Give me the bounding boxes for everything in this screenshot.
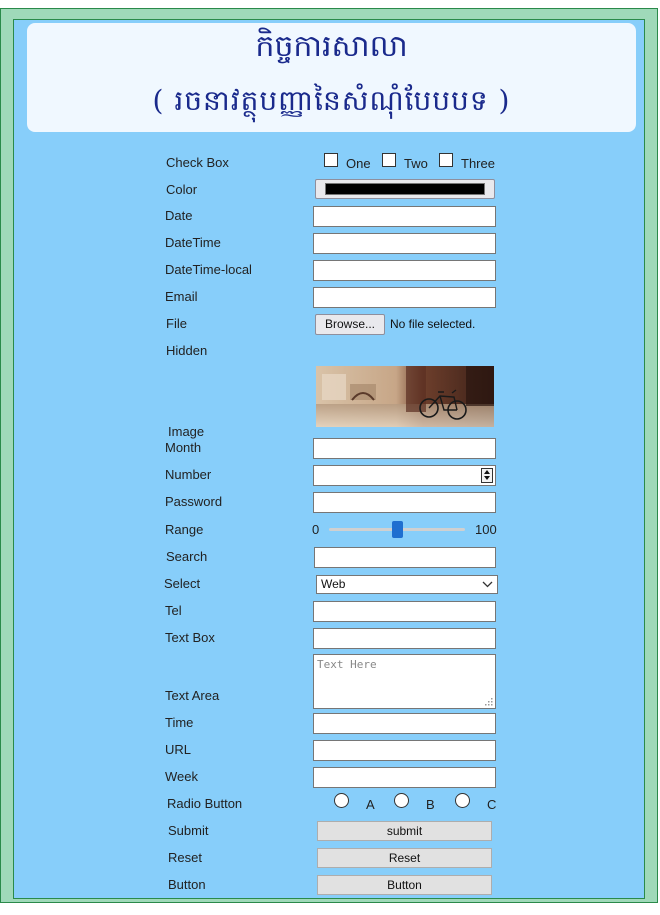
month-input[interactable] <box>313 438 496 459</box>
range-label: Range <box>165 522 204 537</box>
checkbox-two[interactable] <box>382 153 396 167</box>
number-label: Number <box>165 467 212 482</box>
chevron-down-icon <box>482 581 493 588</box>
file-status: No file selected. <box>390 317 476 331</box>
search-label: Search <box>166 549 208 564</box>
resize-grip-icon[interactable] <box>484 697 493 706</box>
checkbox-one-label: One <box>346 156 371 171</box>
page-subtitle: ( រចនាវត្ថុបញ្ញានៃសំណុំបែបបទ ) <box>152 84 511 117</box>
datetime-input[interactable] <box>313 233 496 254</box>
browse-button[interactable]: Browse... <box>315 314 385 335</box>
email-input[interactable] <box>313 287 496 308</box>
checkbox-three-label: Three <box>461 156 495 171</box>
text-area[interactable]: Text Here <box>313 654 496 709</box>
email-label: Email <box>165 289 198 304</box>
time-label: Time <box>165 715 194 730</box>
range-thumb[interactable] <box>391 521 403 538</box>
date-label: Date <box>165 208 193 223</box>
tel-input[interactable] <box>313 601 496 622</box>
text-area-placeholder: Text Here <box>317 658 377 671</box>
reset-label: Reset <box>168 850 202 865</box>
bicycle-image[interactable] <box>316 366 494 427</box>
textarea-label: Text Area <box>165 688 220 703</box>
url-input[interactable] <box>313 740 496 761</box>
submit-button[interactable]: submit <box>317 821 492 841</box>
checkbox-label: Check Box <box>166 155 229 170</box>
week-label: Week <box>165 769 198 784</box>
select-dropdown[interactable]: Web <box>316 575 498 594</box>
checkbox-one[interactable] <box>324 153 338 167</box>
image-label: Image <box>168 424 205 439</box>
number-input[interactable] <box>313 465 496 486</box>
checkbox-two-label: Two <box>404 156 428 171</box>
datetime-local-label: DateTime-local <box>165 262 252 277</box>
search-input[interactable] <box>314 547 496 568</box>
text-box-input[interactable] <box>313 628 496 649</box>
color-picker[interactable] <box>315 179 495 199</box>
range-min: 0 <box>312 522 320 537</box>
datetime-label: DateTime <box>165 235 221 250</box>
submit-label: Submit <box>168 823 209 838</box>
tel-label: Tel <box>165 603 182 618</box>
datetime-local-input[interactable] <box>313 260 496 281</box>
form-panel: កិច្ចការសាលា ( រចនាវត្ថុបញ្ញានៃសំណុំបែបប… <box>13 19 645 899</box>
reset-button[interactable]: Reset <box>317 848 492 868</box>
radio-c[interactable] <box>455 793 470 808</box>
file-label: File <box>166 316 187 331</box>
button-label: Button <box>168 877 206 892</box>
range-max: 100 <box>475 522 497 537</box>
textbox-label: Text Box <box>165 630 215 645</box>
radio-c-label: C <box>487 797 497 812</box>
page-title: កិច្ចការសាលា <box>255 29 408 64</box>
password-label: Password <box>165 494 223 509</box>
url-label: URL <box>165 742 192 757</box>
color-label: Color <box>166 182 198 197</box>
radio-label: Radio Button <box>167 796 243 811</box>
time-input[interactable] <box>313 713 496 734</box>
generic-button[interactable]: Button <box>317 875 492 895</box>
password-input[interactable] <box>313 492 496 513</box>
select-value: Web <box>321 577 346 591</box>
number-spinner[interactable] <box>481 468 493 483</box>
week-input[interactable] <box>313 767 496 788</box>
radio-b-label: B <box>426 797 435 812</box>
spinner-up-icon[interactable] <box>484 470 490 474</box>
hidden-label: Hidden <box>166 343 208 358</box>
select-label: Select <box>164 576 201 591</box>
radio-a-label: A <box>366 797 375 812</box>
month-label: Month <box>165 440 202 455</box>
checkbox-three[interactable] <box>439 153 453 167</box>
radio-b[interactable] <box>394 793 409 808</box>
outer-frame: កិច្ចការសាលា ( រចនាវត្ថុបញ្ញានៃសំណុំបែបប… <box>0 8 658 903</box>
date-input[interactable] <box>313 206 496 227</box>
spinner-down-icon[interactable] <box>484 476 490 480</box>
color-swatch <box>325 183 485 195</box>
page-header: កិច្ចការសាលា ( រចនាវត្ថុបញ្ញានៃសំណុំបែបប… <box>27 23 636 132</box>
radio-a[interactable] <box>334 793 349 808</box>
